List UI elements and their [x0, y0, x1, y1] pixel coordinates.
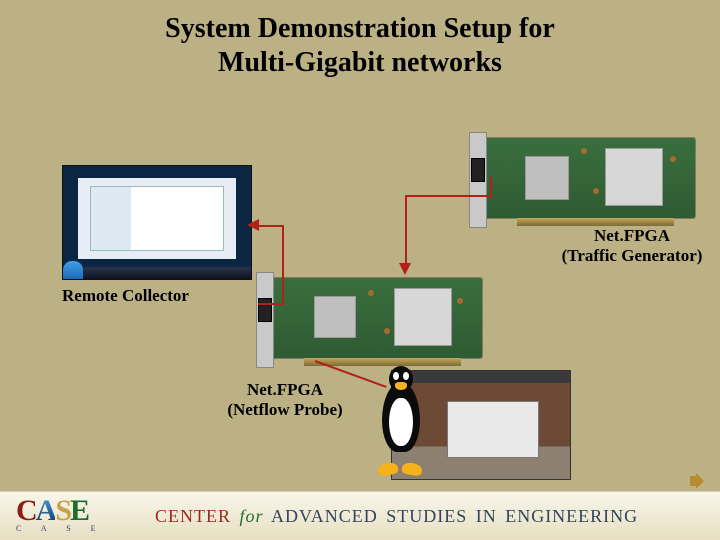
fpga-chip: [394, 288, 452, 346]
netfpga-traffic-generator-board: [485, 138, 695, 218]
case-logo-top: CASE: [16, 494, 126, 528]
support-chip: [525, 156, 569, 200]
connector-line: [405, 195, 492, 197]
speaker-icon[interactable]: [690, 472, 710, 490]
connector-line: [258, 225, 284, 227]
traffic-generator-line1: Net.FPGA: [594, 226, 670, 245]
traffic-generator-label: Net.FPGA (Traffic Generator): [547, 226, 717, 267]
remote-collector-monitor: [62, 165, 252, 280]
support-chip: [314, 296, 356, 338]
connector-line: [405, 195, 407, 265]
arrowhead-icon: [247, 219, 259, 231]
monitor-start-button: [63, 261, 83, 279]
remote-collector-label: Remote Collector: [62, 286, 232, 306]
connector-line: [258, 303, 284, 305]
monitor-window: [90, 186, 224, 251]
footer-word-rest: ADVANCED STUDIES IN ENGINEERING: [264, 506, 639, 526]
monitor-taskbar: [63, 267, 251, 279]
title-line-1: System Demonstration Setup for: [165, 13, 555, 44]
pci-edge-connector: [517, 218, 675, 226]
slide-title: System Demonstration Setup for Multi-Gig…: [0, 12, 720, 79]
case-logo-bottom: C A S E: [16, 524, 126, 533]
connector-line: [282, 225, 284, 303]
netflow-probe-label: Net.FPGA (Netflow Probe): [200, 380, 370, 421]
monitor-desktop: [78, 178, 236, 259]
footer-bar: CASE C A S E CENTER for ADVANCED STUDIES…: [0, 491, 720, 540]
arrowhead-icon: [399, 263, 411, 275]
slide: { "title_line1": "System Demonstration S…: [0, 0, 720, 540]
case-logo: CASE C A S E: [16, 494, 126, 538]
netflow-probe-line2: (Netflow Probe): [227, 400, 342, 419]
fpga-chip: [605, 148, 663, 206]
traffic-generator-line2: (Traffic Generator): [562, 246, 703, 265]
tux-penguin-icon: [372, 360, 430, 475]
netflow-probe-line1: Net.FPGA: [247, 380, 323, 399]
footer-center-text: CENTER for ADVANCED STUDIES IN ENGINEERI…: [155, 506, 680, 527]
ethernet-port: [471, 158, 485, 182]
title-line-2: Multi-Gigabit networks: [218, 47, 502, 78]
footer-word-center: CENTER: [155, 506, 240, 526]
netfpga-netflow-probe-board: [272, 278, 482, 358]
linux-window: [447, 401, 539, 458]
monitor-window-sidebar: [91, 187, 131, 250]
footer-word-for: for: [240, 506, 264, 526]
ethernet-port: [258, 298, 272, 322]
connector-line: [490, 177, 492, 195]
